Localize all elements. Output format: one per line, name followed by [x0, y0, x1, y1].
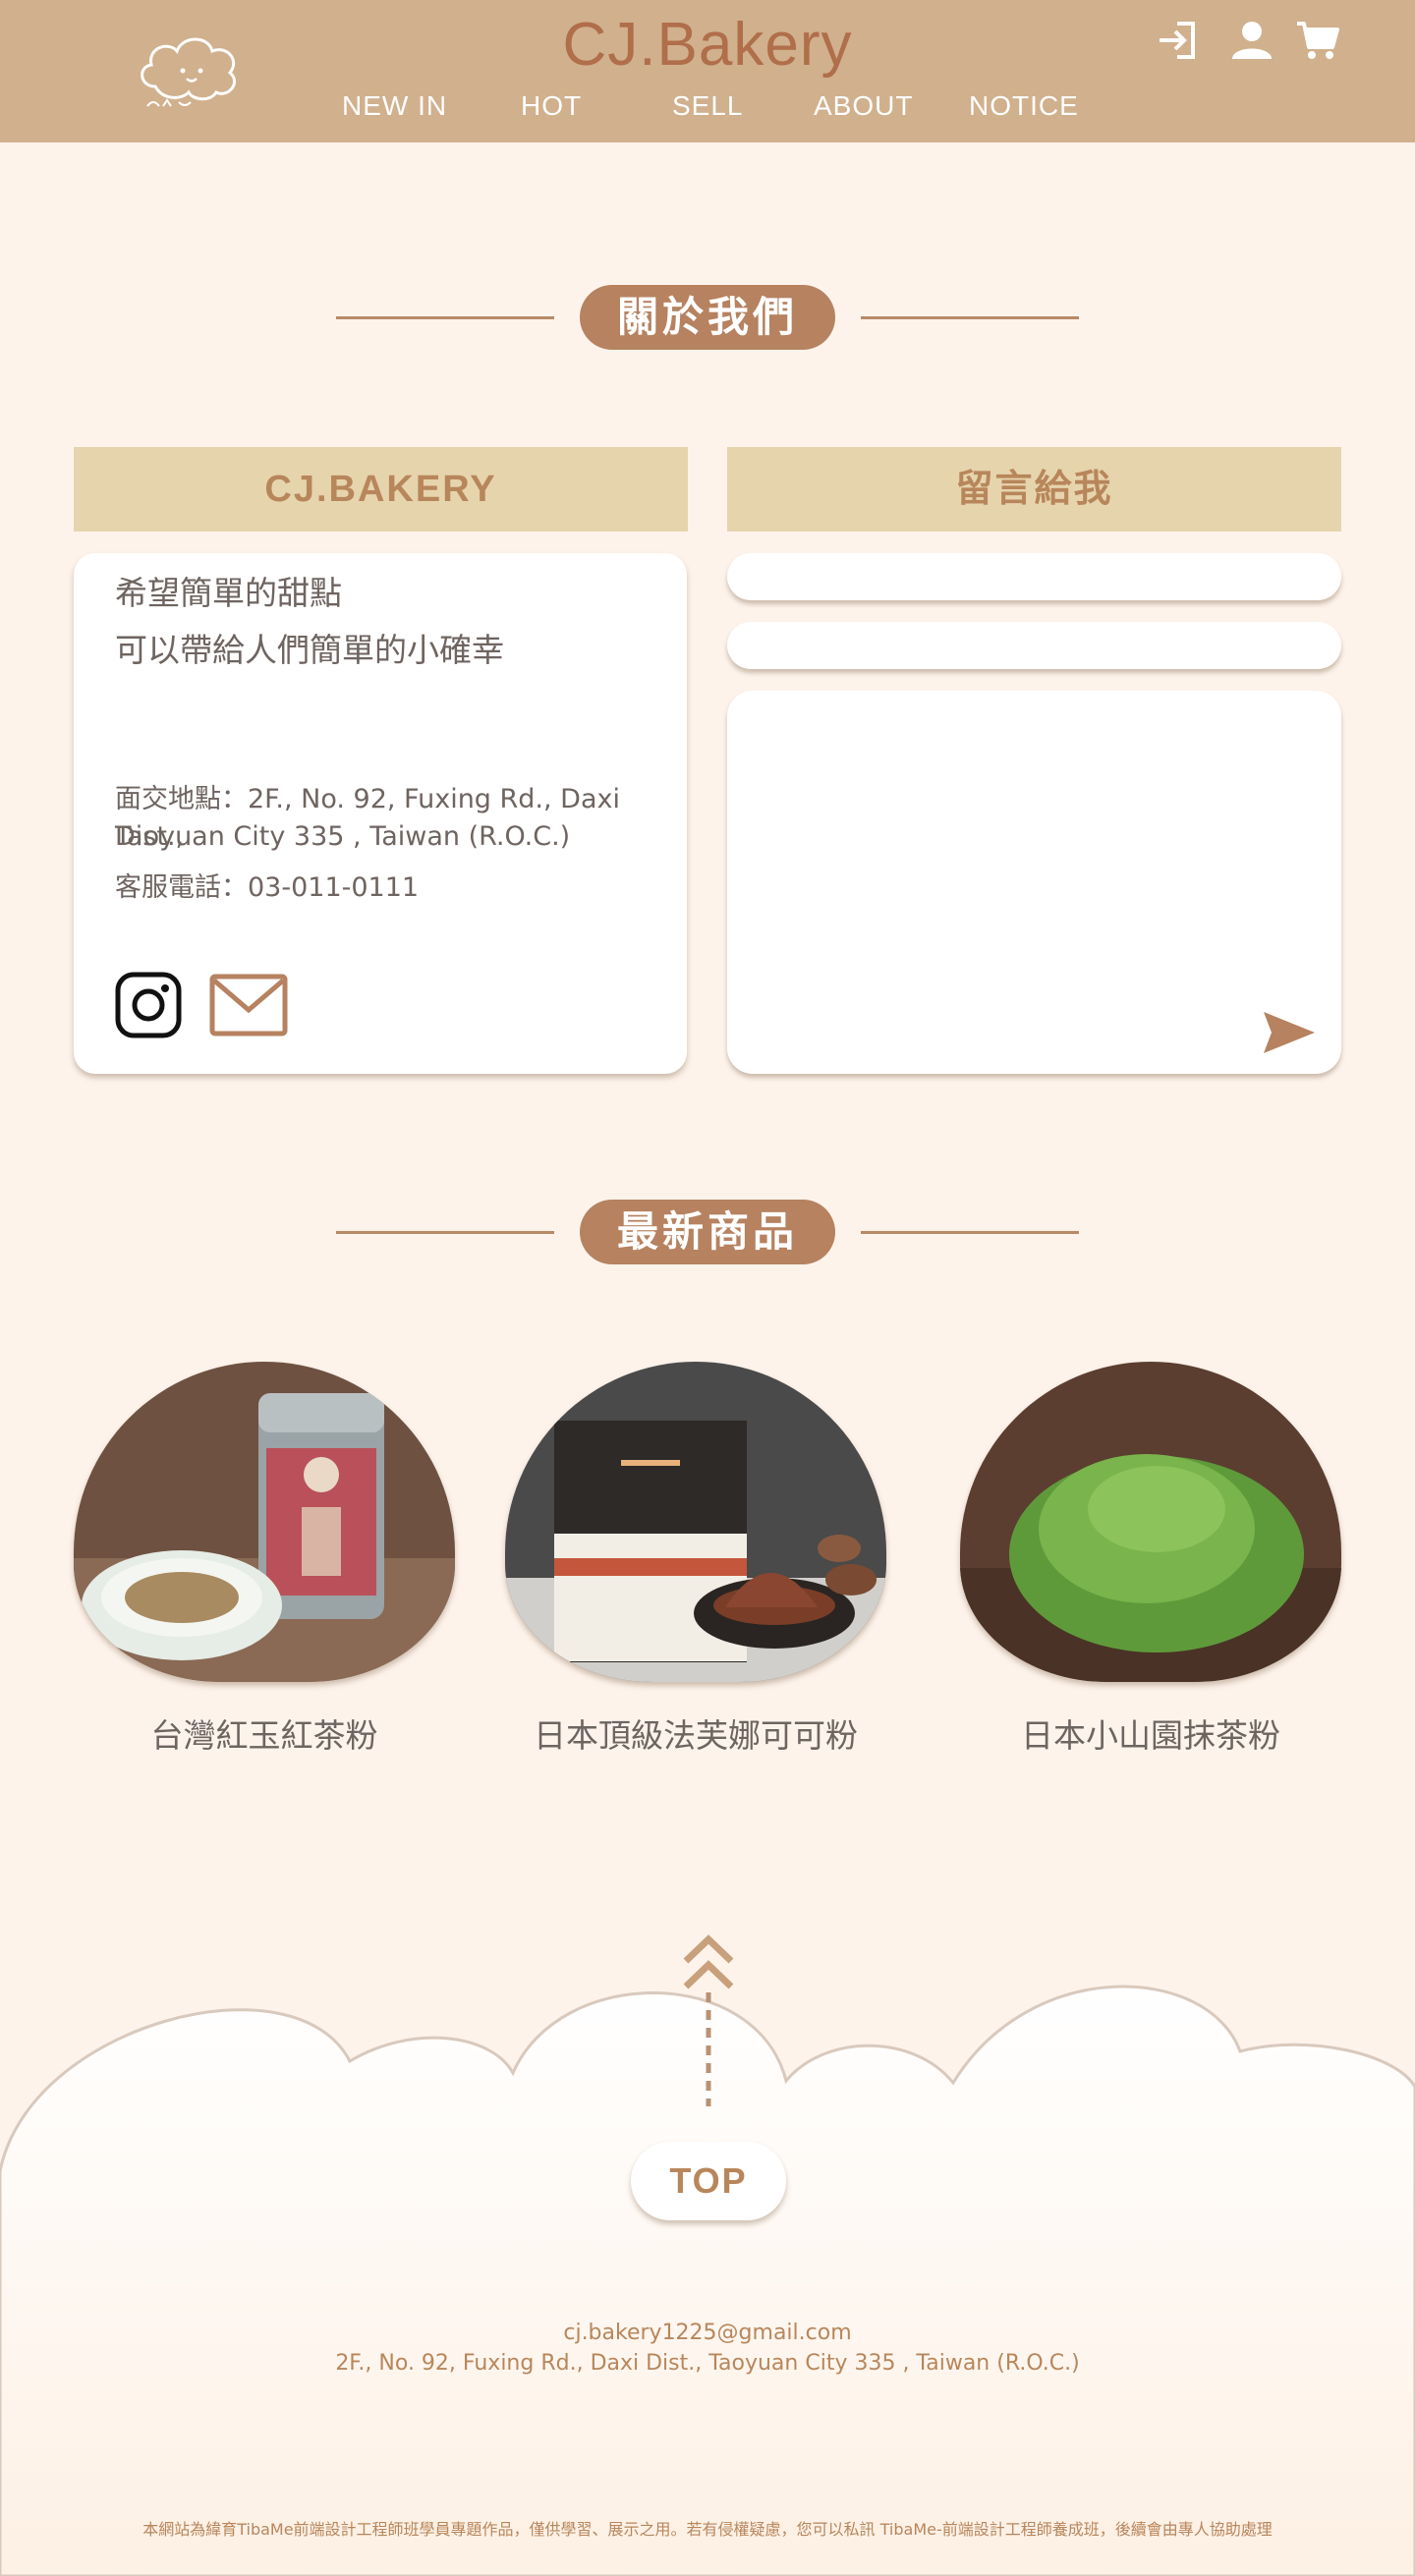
about-title: 關於我們 [580, 285, 835, 350]
cart-icon[interactable] [1295, 18, 1340, 63]
products-title: 最新商品 [580, 1200, 835, 1264]
about-info-card: 希望簡單的甜點 可以帶給人們簡單的小確幸 面交地點：2F., No. 92, F… [74, 553, 687, 1074]
message-textarea[interactable] [727, 691, 1341, 1074]
nav-item-about[interactable]: ABOUT [814, 90, 913, 122]
user-icon[interactable] [1229, 18, 1274, 63]
product-photo[interactable] [505, 1362, 886, 1682]
mail-icon[interactable] [208, 971, 289, 1039]
product-name[interactable]: 台灣紅玉紅茶粉 [74, 1709, 455, 1757]
brand-name: CJ.Bakery [562, 11, 853, 79]
title-divider-right [861, 1231, 1079, 1234]
brand-logo[interactable]: CJ.Bakery [0, 10, 1415, 80]
nav-item-notice[interactable]: NOTICE [969, 90, 1079, 122]
title-divider-right [861, 316, 1079, 319]
product-photo[interactable] [74, 1362, 455, 1682]
phone-number: 客服電話：03-011-0111 [115, 872, 420, 903]
nav-item-hot[interactable]: HOT [521, 90, 582, 122]
product-name[interactable]: 日本小山園抹茶粉 [960, 1709, 1341, 1757]
product-photo[interactable] [960, 1362, 1341, 1682]
slogan-line-2: 可以帶給人們簡單的小確幸 [115, 631, 504, 669]
title-divider-left [336, 316, 554, 319]
product-card[interactable]: 日本頂級法芙娜可可粉 [505, 1362, 886, 1757]
nav-item-sell[interactable]: SELL [672, 90, 744, 122]
scroll-up-arrow-icon[interactable] [678, 1924, 739, 2110]
login-icon[interactable] [1156, 18, 1201, 63]
matcha-powder-image [960, 1362, 1341, 1682]
title-divider-left [336, 1231, 554, 1234]
site-header: CJ.Bakery NEW IN HOT SELL ABOUT NOTICE [0, 0, 1415, 142]
slogan-line-1: 希望簡單的甜點 [115, 574, 342, 612]
nav-item-new-in[interactable]: NEW IN [342, 90, 447, 122]
black-tea-powder-image [74, 1362, 455, 1682]
cocoa-powder-image [505, 1362, 886, 1682]
footer-address: 2F., No. 92, Fuxing Rd., Daxi Dist., Tao… [335, 2351, 1080, 2376]
footer-disclaimer: 本網站為緯育TibaMe前端設計工程師班學員專題作品，僅供學習、展示之用。若有侵… [142, 2520, 1273, 2539]
product-card[interactable]: 日本小山園抹茶粉 [960, 1362, 1341, 1757]
send-icon[interactable] [1262, 1010, 1317, 1055]
top-button[interactable]: TOP [631, 2142, 786, 2220]
product-name[interactable]: 日本頂級法芙娜可可粉 [505, 1709, 886, 1757]
products-section-title: 最新商品 [0, 1200, 1415, 1264]
product-card[interactable]: 台灣紅玉紅茶粉 [74, 1362, 455, 1757]
address-line-2: Taoyuan City 335 , Taiwan (R.O.C.) [115, 821, 571, 852]
email-field[interactable] [727, 622, 1341, 669]
instagram-icon[interactable] [114, 971, 183, 1039]
message-card-header: 留言給我 [727, 447, 1341, 532]
footer-email[interactable]: cj.bakery1225@gmail.com [0, 2321, 1415, 2345]
brand-card-header: CJ.BAKERY [74, 447, 688, 532]
about-section-title: 關於我們 [0, 285, 1415, 350]
name-field[interactable] [727, 553, 1341, 600]
